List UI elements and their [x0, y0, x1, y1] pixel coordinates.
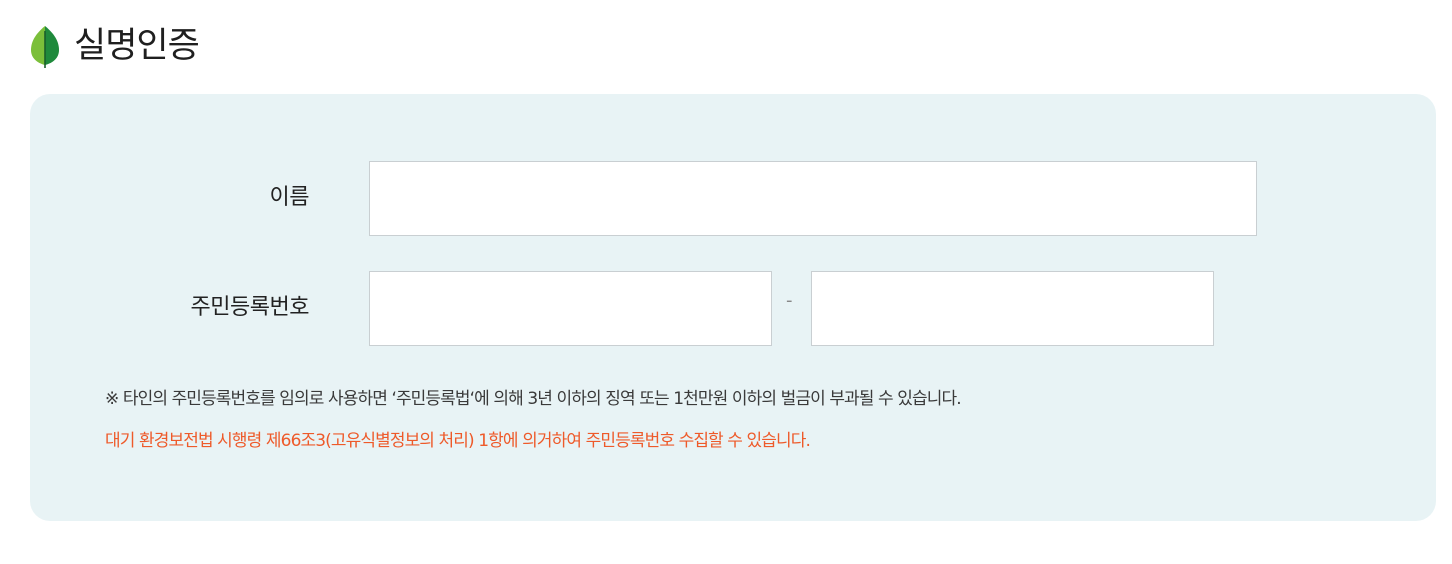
verification-panel: 이름 주민등록번호 - ※ 타인의 주민등록번호를 임의로 사용하면 ‘주민등록…	[30, 94, 1436, 521]
rrn-back-input[interactable]	[811, 271, 1214, 346]
name-label: 이름	[269, 185, 310, 210]
section-header: 실명인증	[28, 22, 200, 70]
rrn-label: 주민등록번호	[190, 295, 310, 320]
leaf-icon	[28, 23, 62, 69]
legal-basis-notice: 대기 환경보전법 시행령 제66조3(고유식별정보의 처리) 1항에 의거하여 …	[105, 431, 811, 451]
page-title: 실명인증	[74, 26, 200, 66]
page: 실명인증 이름 주민등록번호 - ※ 타인의 주민등록번호를 임의로 사용하면 …	[0, 0, 1452, 564]
name-input[interactable]	[369, 161, 1257, 236]
warning-notice: ※ 타인의 주민등록번호를 임의로 사용하면 ‘주민등록법‘에 의해 3년 이하…	[105, 389, 962, 409]
rrn-separator: -	[786, 290, 793, 311]
rrn-front-input[interactable]	[369, 271, 772, 346]
